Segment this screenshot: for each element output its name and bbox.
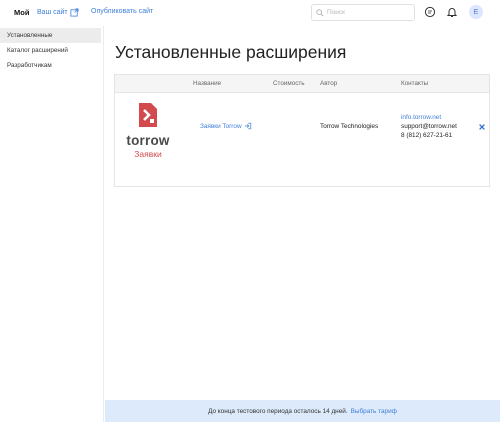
extension-logo: torrow Заявки	[123, 99, 173, 159]
site-link[interactable]: Ваш сайт	[37, 8, 79, 17]
logo-icon	[139, 103, 157, 127]
table-header: Название Стоимость Автор Контакты	[115, 75, 489, 93]
login-icon[interactable]	[244, 122, 252, 130]
column-header-contacts: Контакты	[401, 80, 429, 87]
contact-site-link[interactable]: info.torrow.net	[401, 113, 457, 122]
trial-banner: До конца тестового периода осталось 14 д…	[105, 400, 500, 422]
close-icon[interactable]	[478, 123, 486, 131]
sidebar-item-installed[interactable]: Установленные	[0, 28, 101, 43]
extension-name[interactable]: Заявки Torrow	[200, 123, 242, 130]
extension-contacts: info.torrow.net support@torrow.net 8 (81…	[401, 113, 457, 140]
logo-subtitle: Заявки	[134, 149, 162, 159]
extension-author: Torrow Technologies	[320, 123, 379, 130]
search-placeholder: Поиск	[327, 9, 346, 16]
main-content: Установленные расширения Название Стоимо…	[105, 26, 500, 400]
sidebar-item-developers[interactable]: Разработчикам	[0, 58, 103, 73]
extension-name-link[interactable]: Заявки Torrow	[200, 122, 252, 130]
column-header-name: Название	[193, 80, 222, 87]
publish-site-link[interactable]: Опубликовать сайт	[91, 8, 153, 15]
page-title: Установленные расширения	[115, 42, 347, 62]
extensions-table: Название Стоимость Автор Контакты torrow…	[114, 74, 490, 187]
brand-label[interactable]: Мой	[14, 8, 29, 17]
site-link-label[interactable]: Ваш сайт	[37, 9, 68, 16]
contact-phone: 8 (812) 627-21-61	[401, 132, 453, 139]
trial-text: До конца тестового периода осталось 14 д…	[208, 407, 348, 415]
search-icon	[316, 8, 324, 16]
sidebar-item-catalog[interactable]: Каталог расширений	[0, 43, 103, 58]
choose-plan-link[interactable]: Выбрать тариф	[351, 408, 397, 415]
logo-wordmark: torrow	[126, 133, 170, 148]
bell-icon[interactable]	[446, 6, 458, 18]
column-header-cost: Стоимость	[273, 80, 305, 87]
top-bar: Мой Ваш сайт Опубликовать сайт Поиск E	[0, 0, 500, 26]
external-link-icon[interactable]	[70, 8, 79, 17]
search-input[interactable]: Поиск	[311, 4, 415, 21]
avatar[interactable]: E	[469, 5, 483, 19]
chat-icon[interactable]	[424, 6, 436, 18]
column-header-author: Автор	[320, 80, 338, 87]
sidebar: Установленные Каталог расширений Разрабо…	[0, 26, 104, 422]
contact-email: support@torrow.net	[401, 123, 457, 130]
